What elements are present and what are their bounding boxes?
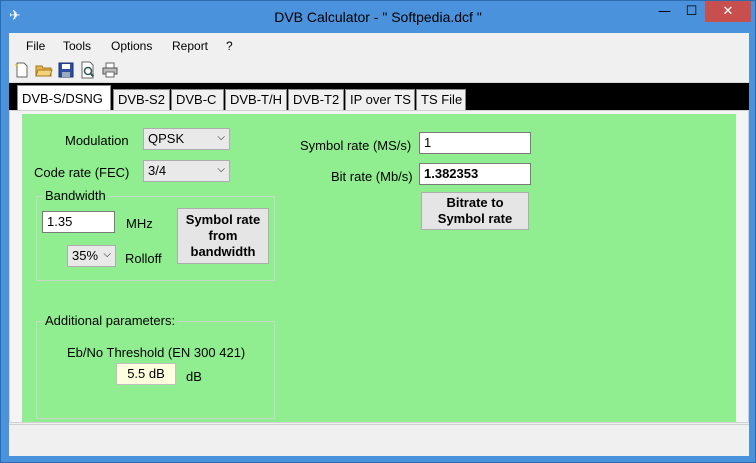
symbol-rate-from-bandwidth-button[interactable]: Symbol rate from bandwidth	[177, 208, 269, 264]
rolloff-value: 35%	[72, 248, 99, 263]
additional-parameters-title: Additional parameters:	[43, 313, 178, 328]
tab-dvb-t2[interactable]: DVB-T2	[288, 89, 344, 110]
eb-no-threshold-label: Eb/No Threshold (EN 300 421)	[67, 345, 246, 360]
app-window: ✈ DVB Calculator - " Softpedia.dcf " — ☐…	[0, 0, 756, 463]
tab-ts-file[interactable]: TS File	[416, 89, 466, 110]
bit-rate-input[interactable]: 1.382353	[419, 163, 531, 185]
print-preview-icon[interactable]	[79, 61, 97, 79]
tab-dvb-t-h[interactable]: DVB-T/H	[225, 89, 287, 110]
chevron-down-icon: ⌵	[217, 164, 225, 175]
close-button[interactable]: ✕	[705, 1, 751, 22]
bandwidth-unit: MHz	[126, 216, 153, 231]
bandwidth-input[interactable]: 1.35	[42, 211, 115, 233]
additional-parameters-group: Additional parameters: Eb/No Threshold (…	[36, 313, 275, 419]
symbol-rate-input[interactable]: 1	[419, 132, 531, 154]
tab-strip: DVB-S/DSNG DVB-S2 DVB-C DVB-T/H DVB-T2 I…	[9, 83, 749, 110]
bit-rate-label: Bit rate (Mb/s)	[331, 169, 413, 184]
eb-no-threshold-value: 5.5 dB	[116, 363, 176, 385]
title-bar[interactable]: ✈ DVB Calculator - " Softpedia.dcf " — ☐…	[1, 1, 755, 33]
tab-dvb-s2[interactable]: DVB-S2	[113, 89, 170, 110]
menu-help[interactable]: ?	[226, 39, 233, 53]
menu-report[interactable]: Report	[172, 39, 208, 53]
tab-ip-over-ts[interactable]: IP over TS	[345, 89, 415, 110]
print-icon[interactable]	[101, 61, 119, 79]
tab-page: Modulation QPSK ⌵ Code rate (FEC) 3/4 ⌵ …	[9, 110, 749, 423]
open-folder-icon[interactable]	[35, 61, 53, 79]
menu-options[interactable]: Options	[111, 39, 152, 53]
tab-dvb-c[interactable]: DVB-C	[171, 89, 224, 110]
maximize-button[interactable]: ☐	[678, 1, 705, 22]
rolloff-select[interactable]: 35% ⌵	[67, 245, 116, 267]
toolbar	[9, 57, 749, 83]
dvb-s-panel: Modulation QPSK ⌵ Code rate (FEC) 3/4 ⌵ …	[22, 114, 736, 422]
modulation-label: Modulation	[65, 133, 129, 148]
tab-dvb-s-dsng[interactable]: DVB-S/DSNG	[17, 85, 111, 110]
chevron-down-icon: ⌵	[103, 249, 111, 260]
modulation-value: QPSK	[148, 131, 185, 146]
chevron-down-icon: ⌵	[217, 132, 225, 143]
new-file-icon[interactable]	[13, 61, 31, 79]
eb-no-threshold-unit: dB	[186, 369, 202, 384]
code-rate-label: Code rate (FEC)	[34, 165, 130, 180]
code-rate-select[interactable]: 3/4 ⌵	[143, 160, 230, 182]
bitrate-to-symbol-rate-button[interactable]: Bitrate to Symbol rate	[421, 192, 529, 230]
rolloff-label: Rolloff	[125, 251, 162, 266]
save-icon[interactable]	[57, 61, 75, 79]
bandwidth-group: Bandwidth 1.35 MHz 35% ⌵ Rolloff Symbol …	[36, 188, 275, 281]
menu-file[interactable]: File	[26, 39, 45, 53]
window-title: DVB Calculator - " Softpedia.dcf "	[274, 9, 482, 25]
menu-tools[interactable]: Tools	[63, 39, 91, 53]
code-rate-value: 3/4	[148, 163, 167, 178]
symbol-rate-label: Symbol rate (MS/s)	[300, 138, 412, 153]
minimize-button[interactable]: —	[651, 1, 678, 22]
status-bar	[9, 424, 749, 444]
client-area: File Tools Options Report ? DVB-S/DSNG D…	[9, 33, 749, 456]
modulation-select[interactable]: QPSK ⌵	[143, 128, 230, 150]
bandwidth-group-title: Bandwidth	[43, 188, 108, 203]
menu-bar: File Tools Options Report ?	[9, 36, 749, 56]
